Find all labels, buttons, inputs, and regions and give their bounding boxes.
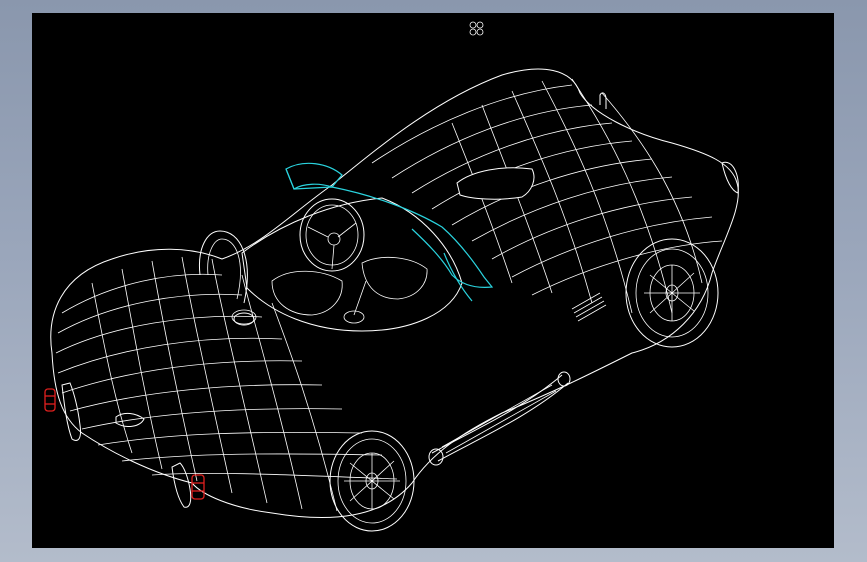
taillight-left — [44, 388, 56, 412]
taillight-right — [191, 474, 205, 500]
rear-deck-mesh — [55, 256, 398, 512]
rear-wheel — [329, 430, 415, 532]
view-orientation-icon[interactable] — [469, 21, 484, 36]
seat-right — [361, 257, 428, 300]
hood-mesh — [371, 78, 723, 314]
side-exhaust-pipe — [428, 371, 571, 466]
fuel-cap — [233, 312, 255, 326]
steering-wheel — [299, 198, 365, 272]
front-antenna — [599, 92, 607, 109]
application-frame — [0, 0, 867, 562]
gear-shifter — [343, 280, 367, 324]
front-wheel — [625, 238, 719, 348]
car-wireframe-model[interactable] — [44, 68, 739, 532]
cad-model-viewport[interactable] — [32, 13, 834, 548]
front-bumper — [721, 161, 739, 194]
seat-left — [271, 270, 343, 316]
side-vent — [571, 292, 607, 322]
hood-scoop — [456, 167, 535, 200]
roll-bar — [198, 230, 257, 325]
rear-bumper-right — [171, 462, 192, 508]
